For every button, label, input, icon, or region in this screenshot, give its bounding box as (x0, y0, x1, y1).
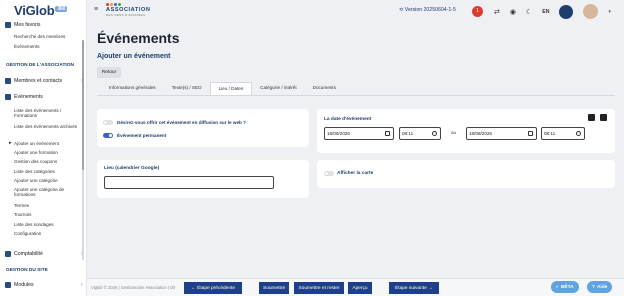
sidebar-item-events-archived[interactable]: Liste des événements archivés (14, 124, 82, 129)
users-icon (5, 78, 11, 84)
sidebar-scrollbar[interactable] (82, 40, 84, 260)
map-card: Afficher la carte (317, 160, 615, 188)
organization-badge[interactable] (559, 4, 574, 19)
scrollbar-thumb[interactable] (82, 40, 84, 170)
grid-icon (5, 282, 11, 288)
permanent-event-toggle[interactable] (103, 133, 113, 138)
app-logo[interactable]: ViGlob 360 (14, 3, 68, 18)
sidebar-item-surveys[interactable]: Liste des sondages (14, 222, 82, 227)
permanent-event-label: Événement permanent (117, 133, 167, 138)
calendar-icon[interactable] (588, 114, 595, 121)
tab-texts-seo[interactable]: Texte(s) / SEO (164, 82, 210, 95)
sidebar-item-categories[interactable]: Liste des catégories (14, 169, 82, 174)
tab-divider (97, 95, 615, 96)
sidebar-item-add-event[interactable]: Ajouter un événement (14, 141, 82, 146)
chevron-down-icon[interactable]: ▾ (608, 9, 611, 15)
sidebar-item-add-training-category[interactable]: Ajouter une catégorie de formations (14, 187, 82, 198)
section-association: GESTION DE L'ASSOCIATION (6, 63, 74, 68)
caret-right-icon: ▸ (9, 140, 12, 146)
top-icons: 1 ⇄ ◉ ☾ EN ▾ (472, 4, 611, 19)
sidebar: ViGlob 360 Mes favoris Recherche des memb… (0, 0, 87, 296)
section-site: GESTION DU SITE (6, 268, 48, 273)
sidebar-item-configuration[interactable]: Configuration (14, 231, 82, 236)
calendar-range-icon[interactable] (600, 114, 607, 121)
start-time-input[interactable]: 08:11 (399, 127, 441, 140)
user-avatar[interactable] (583, 4, 599, 19)
submit-button[interactable]: Soumettre (259, 282, 289, 294)
calendar-icon[interactable] (528, 131, 533, 136)
sidebar-accounting[interactable]: Comptabilité › (5, 251, 83, 257)
association-logo: ASSOCIATION DES GENS D'AFFAIRES (106, 3, 150, 17)
footer: Viglob © 2026 | Gestionnaire Association… (87, 278, 624, 296)
end-time-input[interactable]: 08:11 (541, 127, 585, 140)
wallet-icon (5, 251, 11, 257)
sidebar-events[interactable]: Événements ⌄ (5, 94, 85, 100)
end-date-input[interactable]: 18/08/2026 (466, 127, 537, 140)
place-label: Lieu (calendrier Google) (104, 166, 160, 171)
version-label[interactable]: ⟲ Version 20250604-1-5 (399, 7, 456, 13)
sidebar-item-events-fav[interactable]: Événements (14, 44, 82, 49)
submit-and-stay-button[interactable]: Soumettre et rester (294, 282, 344, 294)
clock-icon[interactable] (432, 131, 437, 136)
page-subtitle: Ajouter un événement (97, 53, 171, 60)
back-button[interactable]: Retour (97, 67, 121, 78)
star-icon (5, 22, 11, 28)
sidebar-item-tournaments[interactable]: Tournois (14, 212, 82, 217)
notification-icon[interactable]: 1 (472, 5, 484, 18)
calendar-icon[interactable] (385, 131, 390, 136)
start-date-input[interactable]: 18/08/2026 (324, 127, 394, 140)
date-range-separator: au (451, 130, 457, 135)
tab-category-interest[interactable]: Catégorie / intérêt (252, 82, 305, 95)
next-step-button[interactable]: Étape suivante → (389, 282, 439, 294)
top-bar: ≡ ASSOCIATION DES GENS D'AFFAIRES ⟲ Vers… (87, 0, 624, 22)
help-button[interactable]: ? Aide (587, 281, 613, 293)
tab-general-info[interactable]: Informations générales (101, 82, 164, 95)
chevron-right-icon: › (81, 282, 83, 288)
sidebar-item-add-category[interactable]: Ajouter une catégorie (14, 178, 82, 183)
beta-button[interactable]: ◐ BÊTA (551, 281, 579, 293)
tab-bar: Informations générales Texte(s) / SEO Li… (97, 82, 615, 95)
eye-icon[interactable]: ◉ (510, 8, 516, 16)
place-input[interactable] (104, 176, 274, 189)
sidebar-item-terms[interactable]: Termes (14, 203, 82, 208)
calendar-icon (5, 94, 11, 100)
sidebar-item-member-search[interactable]: Recherche des membres (14, 34, 82, 39)
beta-icon: ◐ (556, 284, 559, 290)
sidebar-item-events-list[interactable]: Liste des événements / Formations (14, 108, 82, 119)
web-diffusion-toggle[interactable] (103, 120, 113, 125)
help-icon: ? (592, 284, 595, 290)
preview-button[interactable]: Aperçu (348, 282, 372, 294)
copyright-text: Viglob © 2026 | Gestionnaire Association… (91, 285, 176, 290)
options-card: Désirez-vous offrir cet événement en dif… (97, 109, 309, 147)
sidebar-item-add-training[interactable]: Ajouter une formation (14, 150, 82, 155)
web-diffusion-label: Désirez-vous offrir cet événement en dif… (117, 120, 246, 125)
sidebar-favorites[interactable]: Mes favoris (5, 22, 41, 28)
tab-documents[interactable]: Documents (305, 82, 344, 95)
page-title: Événements (97, 30, 180, 46)
swap-icon[interactable]: ⇄ (494, 8, 500, 16)
show-map-toggle[interactable] (324, 171, 334, 176)
show-map-label: Afficher la carte (337, 171, 374, 176)
clock-icon[interactable] (576, 131, 581, 136)
menu-icon[interactable]: ≡ (94, 6, 98, 13)
moon-icon[interactable]: ☾ (526, 8, 532, 16)
sidebar-members[interactable]: Membres et contacts › (5, 78, 83, 84)
sidebar-item-coupons[interactable]: Gestion des coupons (14, 159, 82, 164)
previous-step-button[interactable]: ← Étape précédente (184, 282, 242, 294)
tab-place-dates[interactable]: Lieu / Dates (209, 82, 253, 95)
place-card: Lieu (calendrier Google) (97, 160, 309, 198)
sidebar-modules[interactable]: Modules › (5, 282, 83, 288)
dates-card: La date d'événement 18/08/2026 08:11 au … (317, 109, 615, 153)
event-date-label: La date d'événement (324, 117, 372, 122)
language-toggle[interactable]: EN (542, 9, 549, 15)
